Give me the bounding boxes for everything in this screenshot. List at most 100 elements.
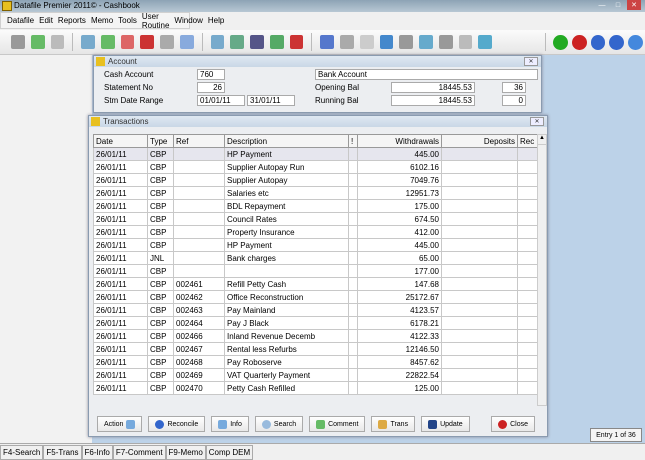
copy-icon[interactable]	[50, 35, 65, 49]
table-cell	[517, 173, 538, 187]
action-button[interactable]: Action	[97, 416, 143, 432]
table-row[interactable]: 26/01/11 CBP 002469 VAT Quarterly Payment 22…	[93, 368, 538, 382]
table-row[interactable]: 26/01/11 CBP 002466 Inland Revenue Decemb 41…	[93, 329, 538, 343]
gift-icon[interactable]	[140, 35, 155, 49]
table-cell: 674.50	[357, 212, 442, 226]
status-item[interactable]: F9-Memo	[165, 445, 206, 460]
new-window-icon[interactable]	[419, 35, 433, 49]
export-icon[interactable]	[478, 35, 493, 49]
status-item[interactable]: F5-Trans	[43, 445, 82, 460]
reconcile-button[interactable]: Reconcile	[148, 416, 206, 432]
table-row[interactable]: 26/01/11 JNL Bank charges 65.00	[93, 251, 538, 265]
column-header[interactable]: Deposits	[441, 134, 518, 148]
window-logo-icon	[96, 57, 105, 66]
table-row[interactable]: 26/01/11 CBP BDL Repayment 175.00	[93, 199, 538, 213]
table-row[interactable]: 26/01/11 CBP 002467 Rental less Refurbs 1214…	[93, 342, 538, 356]
close-button[interactable]: Close	[491, 416, 535, 432]
table-row[interactable]: 26/01/11 CBP HP Payment 445.00	[93, 238, 538, 252]
account-name-field[interactable]: Bank Account	[315, 69, 538, 80]
globe-icon[interactable]	[438, 35, 453, 49]
table-cell: 002470	[173, 381, 225, 395]
table-row[interactable]: 26/01/11 CBP 002470 Petty Cash Refilled 125.…	[93, 381, 538, 395]
chart-icon[interactable]	[320, 35, 335, 49]
date-to-field[interactable]: 31/01/11	[247, 95, 295, 106]
cash-account-field[interactable]: 760	[197, 69, 225, 80]
checklist-icon[interactable]	[289, 35, 304, 49]
menu-user-routine[interactable]: User Routine	[142, 12, 170, 30]
date-from-field[interactable]: 01/01/11	[197, 95, 245, 106]
column-header[interactable]: Description	[224, 134, 349, 148]
column-header[interactable]: Withdrawals	[357, 134, 442, 148]
maximize-button[interactable]: □	[611, 0, 625, 10]
minimize-button[interactable]: —	[595, 0, 609, 10]
table-cell: 26/01/11	[93, 329, 148, 343]
column-header[interactable]: Ref	[173, 134, 225, 148]
ok-icon[interactable]	[553, 34, 568, 50]
table-cell	[517, 290, 538, 304]
menu-reports[interactable]: Reports	[58, 16, 86, 25]
calendar-icon[interactable]	[250, 35, 264, 49]
status-item[interactable]: F7-Comment	[112, 445, 166, 460]
table-cell	[348, 342, 358, 356]
table-row[interactable]: 26/01/11 CBP 002468 Pay Roboserve 8457.62	[93, 355, 538, 369]
find-icon[interactable]	[81, 35, 95, 49]
window-icon[interactable]	[160, 35, 174, 49]
zoom-icon[interactable]	[269, 35, 284, 49]
table-row[interactable]: 26/01/11 CBP Property Insurance 412.00	[93, 225, 538, 239]
search-button[interactable]: Search	[254, 416, 304, 432]
table-row[interactable]: 26/01/11 CBP 002463 Pay Mainland 4123.57	[93, 303, 538, 317]
table-row[interactable]: 26/01/11 CBP 002464 Pay J Black 6178.21	[93, 316, 538, 330]
add-record-icon[interactable]	[100, 35, 115, 49]
column-header[interactable]: Type	[147, 134, 174, 148]
table-row[interactable]: 26/01/11 CBP 002462 Office Reconstruction 25…	[93, 290, 538, 304]
table-cell	[348, 264, 358, 278]
statement-no-field[interactable]: 26	[197, 82, 225, 93]
close-icon[interactable]: ✕	[524, 57, 538, 66]
table-row[interactable]: 26/01/11 CBP Salaries etc 12951.73	[93, 186, 538, 200]
calculator-icon[interactable]	[230, 35, 245, 49]
column-header[interactable]: !	[348, 134, 358, 148]
menu-tools[interactable]: Tools	[118, 16, 137, 25]
cancel-icon[interactable]	[571, 34, 587, 50]
menu-window[interactable]: Window	[174, 16, 202, 25]
table-row[interactable]: 26/01/11 CBP HP Payment 445.00	[93, 147, 538, 161]
arrow-up-icon[interactable]	[590, 34, 606, 50]
document-icon[interactable]	[210, 35, 225, 49]
table-row[interactable]: 26/01/11 CBP Supplier Autopay 7049.76	[93, 173, 538, 187]
status-item[interactable]: F6-Info	[81, 445, 113, 460]
close-window-button[interactable]: ✕	[627, 0, 641, 10]
update-button[interactable]: Update	[421, 416, 470, 432]
status-item[interactable]: Comp DEM	[205, 445, 254, 460]
table-row[interactable]: 26/01/11 CBP Council Rates 674.50	[93, 212, 538, 226]
table-row[interactable]: 26/01/11 CBP 002461 Refill Petty Cash 147.68	[93, 277, 538, 291]
comment-button[interactable]: Comment	[309, 416, 366, 432]
table-cell: 4122.33	[357, 329, 442, 343]
word-icon[interactable]	[379, 35, 394, 49]
table-row[interactable]: 26/01/11 CBP 177.00	[93, 264, 538, 278]
help-icon[interactable]	[628, 34, 643, 50]
fax-icon[interactable]	[458, 35, 473, 49]
menu-memo[interactable]: Memo	[91, 16, 113, 25]
table-cell: 26/01/11	[93, 186, 148, 200]
trans-button[interactable]: Trans	[371, 416, 416, 432]
menu-help[interactable]: Help	[208, 16, 224, 25]
cut-icon[interactable]	[11, 35, 25, 49]
eraser-icon[interactable]	[179, 35, 194, 49]
menu-datafile[interactable]: Datafile	[7, 16, 34, 25]
new-icon[interactable]	[30, 35, 45, 49]
status-item[interactable]: F4-Search	[0, 445, 44, 460]
print-icon[interactable]	[399, 35, 414, 49]
delete-record-icon[interactable]	[120, 35, 135, 49]
column-header[interactable]: Rec	[517, 134, 538, 148]
mail-icon[interactable]	[359, 35, 374, 49]
home-icon[interactable]	[340, 35, 354, 49]
button-label: Close	[510, 420, 528, 428]
table-cell: 26/01/11	[93, 277, 148, 291]
scrollbar[interactable]: ▲	[537, 134, 547, 406]
table-row[interactable]: 26/01/11 CBP Supplier Autopay Run 6102.16	[93, 160, 538, 174]
arrow-down-icon[interactable]	[609, 34, 625, 50]
menu-edit[interactable]: Edit	[39, 16, 53, 25]
column-header[interactable]: Date	[93, 134, 148, 148]
close-icon[interactable]: ✕	[530, 117, 544, 126]
info-button[interactable]: Info	[211, 416, 249, 432]
